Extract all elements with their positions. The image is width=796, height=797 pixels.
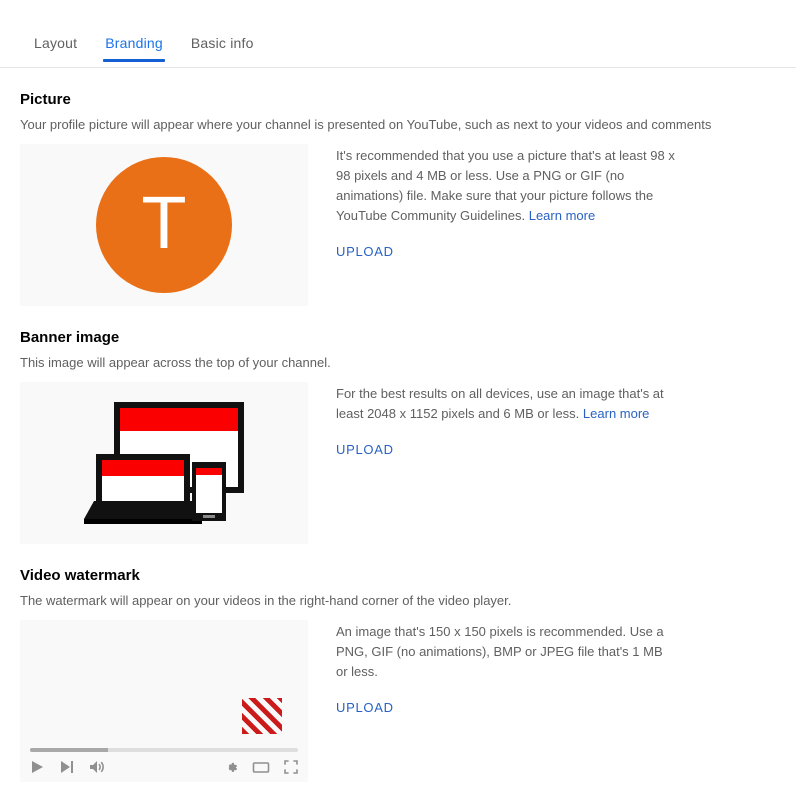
player-progress-fill: [30, 748, 108, 752]
banner-preview[interactable]: [20, 382, 308, 544]
watermark-subtitle: The watermark will appear on your videos…: [20, 593, 512, 608]
watermark-upload-button[interactable]: UPLOAD: [336, 700, 394, 715]
picture-subtitle: Your profile picture will appear where y…: [20, 117, 712, 132]
player-progress-bar[interactable]: [30, 748, 298, 752]
watermark-title: Video watermark: [20, 567, 140, 584]
player-controls-left: [28, 758, 106, 776]
picture-title: Picture: [20, 91, 71, 108]
settings-tabs: Layout Branding Basic info: [0, 0, 796, 68]
fullscreen-icon[interactable]: [282, 758, 300, 776]
tab-layout[interactable]: Layout: [20, 35, 91, 67]
settings-content: Picture Your profile picture will appear…: [0, 68, 796, 782]
section-watermark: Video watermark The watermark will appea…: [20, 544, 776, 782]
banner-info: For the best results on all devices, use…: [336, 382, 676, 459]
branding-settings-page: Layout Branding Basic info Picture Your …: [0, 0, 796, 797]
picture-upload-button[interactable]: UPLOAD: [336, 244, 394, 259]
watermark-info: An image that's 150 x 150 pixels is reco…: [336, 620, 676, 717]
banner-description-block: For the best results on all devices, use…: [336, 384, 676, 424]
next-icon[interactable]: [58, 758, 76, 776]
miniplayer-icon[interactable]: [252, 758, 270, 776]
player-controls-right: [222, 758, 300, 776]
play-icon[interactable]: [28, 758, 46, 776]
picture-description-block: It's recommended that you use a picture …: [336, 146, 676, 226]
picture-body: T It's recommended that you use a pictur…: [20, 144, 776, 306]
banner-title: Banner image: [20, 329, 120, 346]
watermark-preview[interactable]: [20, 620, 308, 782]
picture-info: It's recommended that you use a picture …: [336, 144, 676, 261]
avatar-letter: T: [141, 181, 187, 264]
settings-gear-icon[interactable]: [222, 758, 240, 776]
devices-illustration-icon: [84, 402, 244, 524]
tab-basic-info[interactable]: Basic info: [177, 35, 268, 67]
tab-branding[interactable]: Branding: [91, 35, 177, 67]
banner-body: For the best results on all devices, use…: [20, 382, 776, 544]
picture-learn-more-link[interactable]: Learn more: [529, 208, 595, 223]
watermark-body: An image that's 150 x 150 pixels is reco…: [20, 620, 776, 782]
banner-learn-more-link[interactable]: Learn more: [583, 406, 649, 421]
player-controls: [28, 756, 300, 778]
banner-subtitle: This image will appear across the top of…: [20, 355, 331, 370]
avatar: T: [96, 157, 232, 293]
picture-description: It's recommended that you use a picture …: [336, 148, 675, 223]
watermark-description: An image that's 150 x 150 pixels is reco…: [336, 624, 664, 679]
picture-preview[interactable]: T: [20, 144, 308, 306]
banner-upload-button[interactable]: UPLOAD: [336, 442, 394, 457]
watermark-placeholder-icon: [242, 698, 282, 734]
section-banner: Banner image This image will appear acro…: [20, 306, 776, 544]
section-picture: Picture Your profile picture will appear…: [20, 68, 776, 306]
video-player-mock: [20, 620, 308, 782]
volume-icon[interactable]: [88, 758, 106, 776]
